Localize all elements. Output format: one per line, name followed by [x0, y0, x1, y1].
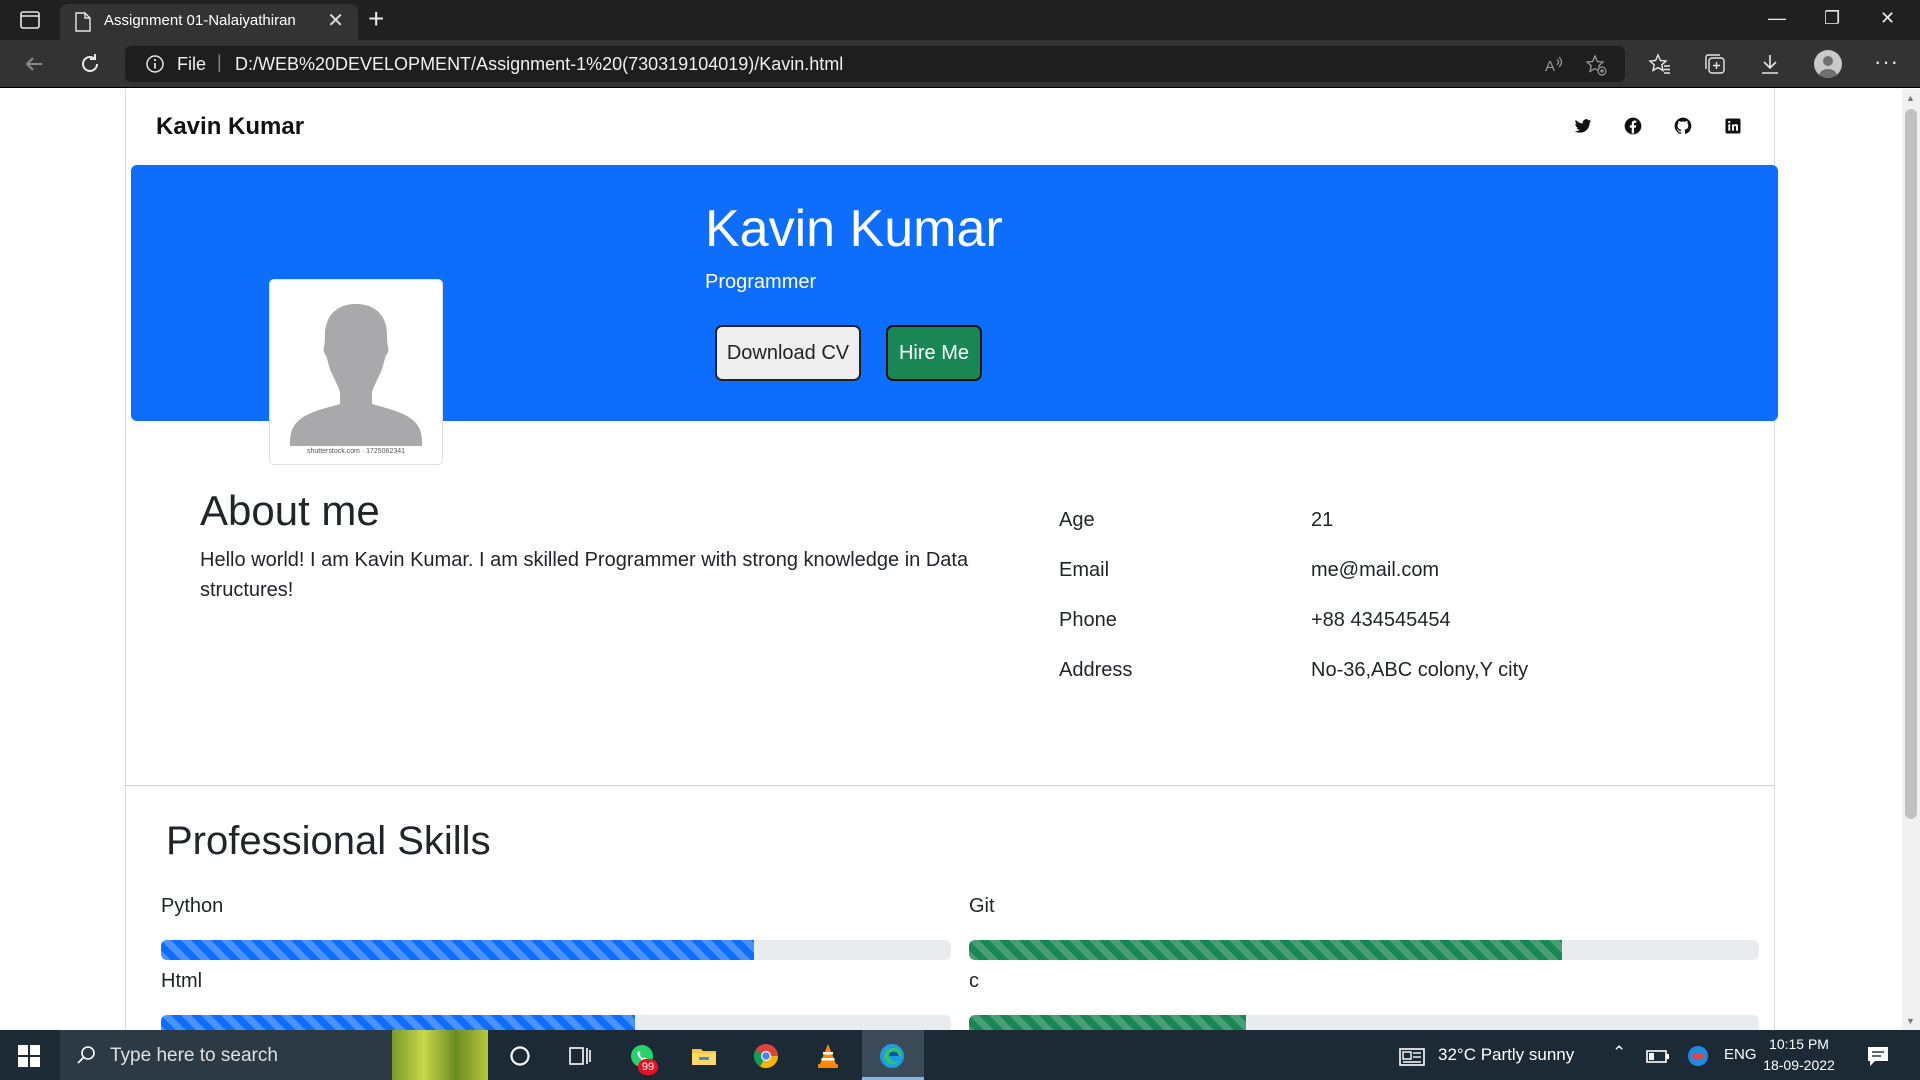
info-value-email: me@mail.com: [1311, 559, 1440, 581]
info-label-phone: Phone: [1059, 609, 1117, 631]
avatar-caption: shutterstock.com · 1725062341: [306, 448, 406, 455]
avatar: shutterstock.com · 1725062341: [269, 279, 443, 465]
svg-text:A: A: [1545, 58, 1555, 75]
skill-progress-c: [969, 1015, 1759, 1030]
info-value-age: 21: [1311, 509, 1334, 531]
clock-time: 10:15 PM: [1769, 1036, 1829, 1052]
tray-chevron-up-icon[interactable]: ⌃: [1612, 1043, 1626, 1063]
new-tab-button[interactable]: +: [368, 4, 384, 34]
tab-actions-icon[interactable]: [18, 8, 42, 32]
profile-icon[interactable]: [1814, 50, 1842, 78]
skill-bar-git: [969, 940, 1562, 960]
weather-text[interactable]: 32°C Partly sunny: [1438, 1045, 1574, 1065]
hero-role: Programmer: [705, 271, 817, 293]
scrollbar-thumb[interactable]: [1905, 109, 1917, 819]
skill-name-git: Git: [969, 895, 995, 917]
restore-button[interactable]: ❐: [1824, 6, 1840, 30]
weather-news-icon[interactable]: [1398, 1043, 1426, 1071]
facebook-icon[interactable]: [1623, 116, 1643, 136]
avatar-silhouette-icon: [278, 288, 434, 446]
tab-title: Assignment 01-Nalaiyathiran: [104, 12, 296, 29]
skill-bar-python: [161, 940, 754, 960]
page-viewport: Kavin Kumar Kavin Kumar Programmer Downl…: [0, 89, 1920, 1030]
about-title: About me: [200, 487, 380, 534]
linkedin-icon[interactable]: [1723, 116, 1743, 136]
taskbar: Type here to search 99 32°C Partly sunny…: [0, 1030, 1920, 1080]
browser-tab-bar: Assignment 01-Nalaiyathiran ✕ + — ❐ ✕: [0, 0, 1920, 40]
task-view-icon[interactable]: [566, 1042, 594, 1070]
notifications-icon[interactable]: [1864, 1042, 1892, 1070]
back-icon[interactable]: [20, 50, 48, 78]
read-aloud-icon[interactable]: A: [1543, 54, 1565, 76]
scroll-up-icon[interactable]: ▲: [1906, 93, 1915, 103]
info-label-age: Age: [1059, 509, 1095, 531]
file-explorer-icon[interactable]: [690, 1042, 718, 1070]
add-favorite-icon[interactable]: [1585, 54, 1607, 76]
tab-close-icon[interactable]: ✕: [327, 10, 344, 32]
skill-name-python: Python: [161, 895, 224, 917]
scroll-down-icon[interactable]: ▼: [1906, 1016, 1915, 1026]
hero-name: Kavin Kumar: [705, 200, 1003, 258]
vlc-icon[interactable]: [814, 1042, 842, 1070]
info-label-address: Address: [1059, 659, 1133, 681]
navbar-brand[interactable]: Kavin Kumar: [156, 113, 304, 141]
windows-start-icon[interactable]: [18, 1045, 40, 1067]
downloads-icon[interactable]: [1758, 52, 1782, 76]
chrome-icon[interactable]: [752, 1042, 780, 1070]
skills-title: Professional Skills: [166, 819, 491, 863]
refresh-icon[interactable]: [76, 50, 104, 78]
search-highlight-image: [392, 1030, 488, 1080]
download-cv-button[interactable]: Download CV: [715, 325, 861, 381]
edge-icon[interactable]: [878, 1042, 906, 1070]
info-value-address: No-36,ABC colony,Y city: [1311, 659, 1529, 681]
hire-me-button[interactable]: Hire Me: [886, 325, 982, 381]
page-scrollbar[interactable]: ▲ ▼: [1902, 89, 1920, 1030]
clock-date: 18-09-2022: [1763, 1057, 1835, 1073]
favorites-icon[interactable]: [1648, 52, 1672, 76]
language-indicator[interactable]: ENG: [1724, 1046, 1757, 1063]
url-field[interactable]: File | D:/WEB%20DEVELOPMENT/Assignment-1…: [125, 46, 1625, 82]
whatsapp-badge: 99: [638, 1059, 658, 1075]
browser-tab[interactable]: Assignment 01-Nalaiyathiran ✕: [60, 4, 358, 40]
skill-progress-git: [969, 940, 1759, 960]
network-app-icon[interactable]: [1684, 1042, 1712, 1070]
cortana-icon[interactable]: [506, 1042, 534, 1070]
skill-bar-c: [969, 1015, 1246, 1030]
more-menu-icon[interactable]: ···: [1874, 50, 1899, 74]
taskbar-search[interactable]: Type here to search: [60, 1030, 488, 1080]
omnibox-separator: |: [217, 52, 222, 72]
skill-name-html: Html: [161, 970, 203, 992]
github-icon[interactable]: [1673, 116, 1693, 136]
collections-icon[interactable]: [1703, 52, 1727, 76]
skill-name-c: c: [969, 970, 979, 992]
skill-progress-python: [161, 940, 951, 960]
close-window-button[interactable]: ✕: [1880, 6, 1895, 30]
section-divider: [125, 785, 1775, 786]
skill-bar-html: [161, 1015, 635, 1030]
info-label-email: Email: [1059, 559, 1110, 581]
system-clock[interactable]: 10:15 PM 18-09-2022: [1762, 1034, 1836, 1076]
info-icon[interactable]: [145, 54, 165, 74]
search-placeholder: Type here to search: [110, 1045, 278, 1066]
url-text[interactable]: D:/WEB%20DEVELOPMENT/Assignment-1%20(730…: [235, 54, 843, 75]
search-icon: [77, 1046, 95, 1064]
minimize-button[interactable]: —: [1768, 6, 1786, 30]
info-value-phone: +88 434545454: [1311, 609, 1451, 631]
page-icon: [75, 12, 91, 32]
file-label: File: [177, 54, 207, 74]
twitter-icon[interactable]: [1573, 116, 1593, 136]
about-text: Hello world! I am Kavin Kumar. I am skil…: [200, 549, 969, 601]
skill-progress-html: [161, 1015, 951, 1030]
battery-icon[interactable]: [1644, 1042, 1672, 1070]
address-bar: File | D:/WEB%20DEVELOPMENT/Assignment-1…: [0, 40, 1920, 88]
